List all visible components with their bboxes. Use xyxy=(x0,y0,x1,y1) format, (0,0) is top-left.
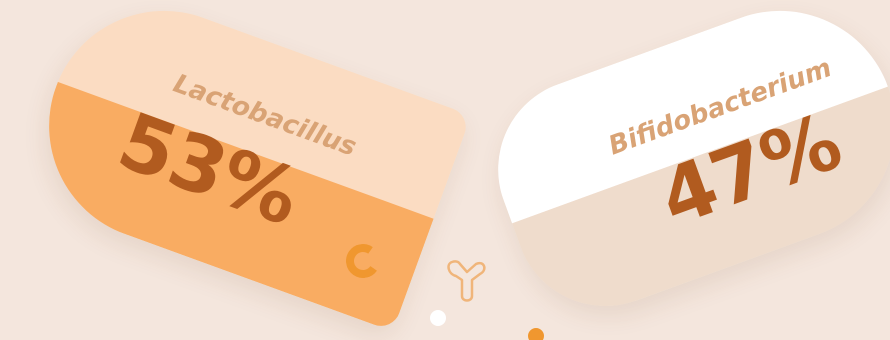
white-dot-decoration xyxy=(430,310,446,326)
lactobacillus-card: Lactobacillus 53% xyxy=(16,0,472,332)
y-shape-icon xyxy=(447,260,486,302)
orange-dot-decoration xyxy=(528,328,544,340)
infographic-canvas: Lactobacillus 53% Bifidobacterium 47% xyxy=(0,0,890,340)
bifidobacterium-card: Bifidobacterium 47% xyxy=(472,0,890,332)
